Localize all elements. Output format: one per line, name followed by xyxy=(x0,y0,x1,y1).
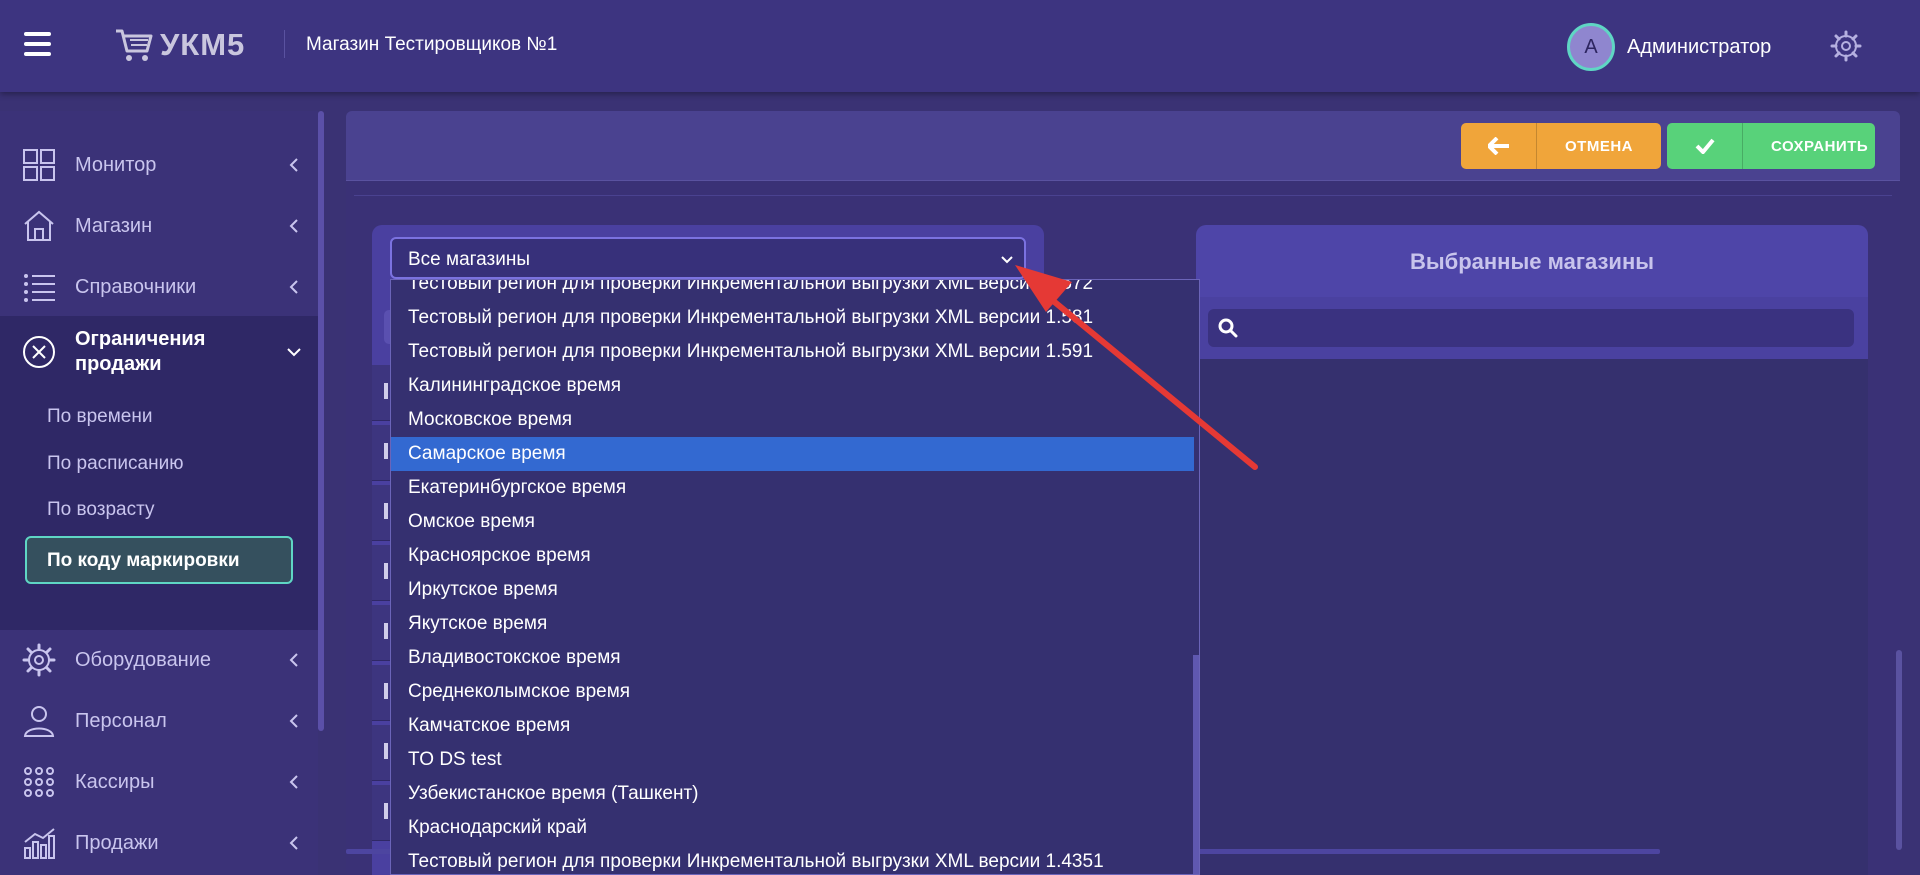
submenu-sale-restrictions: По времени По расписанию По возрасту По … xyxy=(0,381,318,630)
sidebar: Монитор Магазин Справочники Ограничения … xyxy=(0,111,318,875)
sidebar-item-sale-restrictions[interactable]: Ограничения продажи xyxy=(0,316,318,388)
action-toolbar: ОТМЕНА СОХРАНИТЬ xyxy=(346,111,1900,181)
store-group-dropdown: Тестовый регион для проверки Инкрементал… xyxy=(390,279,1200,875)
main-scrollbar[interactable] xyxy=(1896,650,1902,850)
sidebar-item-references[interactable]: Справочники xyxy=(0,258,318,316)
cart-icon xyxy=(116,29,153,61)
sidebar-item-cashiers[interactable]: Кассиры xyxy=(0,753,318,811)
toolbar-divider xyxy=(354,195,1892,196)
cancel-button-label: ОТМЕНА xyxy=(1565,137,1633,155)
sidebar-item-sales[interactable]: Продажи xyxy=(0,814,318,872)
chevron-left-icon xyxy=(289,280,298,294)
dropdown-option[interactable]: Камчатское время xyxy=(391,709,1194,743)
top-header: УКМ5 Магазин Тестировщиков №1 A Админист… xyxy=(0,0,1920,92)
dropdown-option[interactable]: Якутское время xyxy=(391,607,1194,641)
store-group-select-value: Все магазины xyxy=(408,249,530,270)
selected-stores-title: Выбранные магазины xyxy=(1409,249,1655,274)
chevron-down-icon xyxy=(287,348,301,357)
dropdown-option[interactable]: Среднеколымское время xyxy=(391,675,1194,709)
dropdown-option[interactable]: TO DS test xyxy=(391,743,1194,777)
monitor-grid-icon xyxy=(23,149,55,181)
sidebar-item-store[interactable]: Магазин xyxy=(0,197,318,255)
save-button[interactable]: СОХРАНИТЬ xyxy=(1667,123,1875,169)
dropdown-option[interactable]: Омское время xyxy=(391,505,1194,539)
chevron-left-icon xyxy=(289,219,298,233)
dropdown-option[interactable]: Иркутское время xyxy=(391,573,1194,607)
search-icon xyxy=(1218,318,1238,338)
sidebar-item-label: Ограничения продажи xyxy=(75,328,206,375)
chevron-left-icon xyxy=(289,836,298,850)
sidebar-item-label: Справочники xyxy=(75,275,197,298)
dropdown-option[interactable]: Московское время xyxy=(391,403,1194,437)
store-house-icon xyxy=(24,210,54,241)
sidebar-item-monitor[interactable]: Монитор xyxy=(0,136,318,194)
sidebar-item-personnel[interactable]: Персонал xyxy=(0,692,318,750)
chevron-left-icon xyxy=(289,775,298,789)
dots-grid-icon xyxy=(24,767,54,797)
dropdown-option[interactable]: Владивостокское время xyxy=(391,641,1194,675)
chevron-left-icon xyxy=(289,158,298,172)
selected-stores-search-row xyxy=(1196,297,1868,359)
sidebar-item-label: Магазин xyxy=(75,214,153,237)
submenu-item-by-age[interactable]: По возрасту xyxy=(47,499,155,521)
header-divider xyxy=(284,30,285,58)
selected-stores-search-input[interactable] xyxy=(1208,309,1854,347)
dropdown-option[interactable]: Екатеринбургское время xyxy=(391,471,1194,505)
chevron-down-icon xyxy=(1001,256,1013,264)
settings-gear-icon[interactable] xyxy=(1830,30,1862,62)
cancel-button[interactable]: ОТМЕНА xyxy=(1461,123,1661,169)
chevron-left-icon xyxy=(289,714,298,728)
dropdown-option[interactable]: Узбекистанское время (Ташкент) xyxy=(391,777,1194,811)
sidebar-item-label: Персонал xyxy=(75,709,167,732)
dropdown-option[interactable]: Тестовый регион для проверки Инкрементал… xyxy=(391,301,1194,335)
dropdown-option[interactable]: Краснодарский край xyxy=(391,811,1194,845)
logo-text: УКМ5 xyxy=(160,27,246,62)
sidebar-item-label: Оборудование xyxy=(75,648,212,671)
dropdown-option[interactable]: Тестовый регион для проверки Инкрементал… xyxy=(391,845,1194,874)
user-name[interactable]: Администратор xyxy=(1627,36,1771,59)
app-logo[interactable]: УКМ5 xyxy=(114,26,245,64)
store-name: Магазин Тестировщиков №1 xyxy=(306,34,558,55)
dropdown-scrollbar[interactable] xyxy=(1193,655,1199,874)
arrow-left-icon xyxy=(1461,123,1537,169)
store-group-select[interactable]: Все магазины xyxy=(390,237,1026,279)
selected-stores-header: Выбранные магазины xyxy=(1196,225,1868,297)
dropdown-option[interactable]: Красноярское время xyxy=(391,539,1194,573)
dropdown-option-selected[interactable]: Самарское время xyxy=(391,437,1194,471)
sidebar-item-label: Продажи xyxy=(75,831,159,854)
list-icon xyxy=(24,274,55,302)
selected-stores-card: Выбранные магазины xyxy=(1196,225,1868,875)
submenu-item-by-schedule[interactable]: По расписанию xyxy=(47,453,183,475)
sidebar-item-label: Монитор xyxy=(75,153,157,176)
sidebar-item-label: Кассиры xyxy=(75,770,155,793)
dropdown-option[interactable]: Калининградское время xyxy=(391,369,1194,403)
hamburger-menu-icon[interactable] xyxy=(24,32,51,56)
person-icon xyxy=(23,706,55,737)
avatar[interactable]: A xyxy=(1567,23,1615,71)
save-button-label: СОХРАНИТЬ xyxy=(1771,137,1869,155)
chart-icon xyxy=(24,828,55,859)
dropdown-option[interactable]: Тестовый регион для проверки Инкрементал… xyxy=(391,280,1194,301)
sidebar-item-equipment[interactable]: Оборудование xyxy=(0,631,318,689)
submenu-item-by-time[interactable]: По времени xyxy=(47,406,152,428)
chevron-left-icon xyxy=(289,653,298,667)
circle-x-icon xyxy=(23,336,55,368)
checkmark-icon xyxy=(1667,123,1743,169)
dropdown-option[interactable]: Тестовый регион для проверки Инкрементал… xyxy=(391,335,1194,369)
sidebar-scrollbar[interactable] xyxy=(318,111,324,731)
gear-icon xyxy=(22,643,56,677)
submenu-item-by-marking-code[interactable]: По коду маркировки xyxy=(25,536,293,584)
